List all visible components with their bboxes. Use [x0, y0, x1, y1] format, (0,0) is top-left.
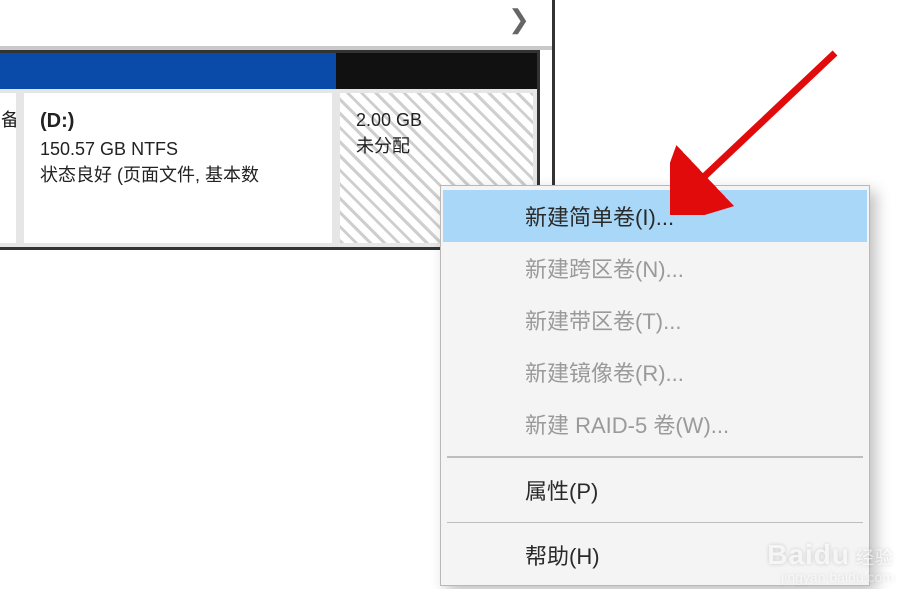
- scroll-right-button[interactable]: ❯: [502, 0, 536, 38]
- volume-body: 备: [0, 89, 20, 247]
- volume-header: [20, 53, 336, 89]
- volume-partial-left[interactable]: 备: [0, 50, 20, 250]
- chevron-right-icon: ❯: [508, 4, 530, 35]
- watermark-brand: Baidu: [767, 539, 850, 570]
- volume-status: 状态良好 (页面文件, 基本数: [40, 162, 316, 188]
- volume-body: (D:) 150.57 GB NTFS 状态良好 (页面文件, 基本数: [20, 89, 336, 247]
- volume-size-fs: 150.57 GB NTFS: [40, 136, 316, 162]
- volume-drive-letter: (D:): [40, 107, 316, 136]
- watermark: Baidu 经验 jingyan.baidu.com: [767, 539, 894, 585]
- context-menu: 新建简单卷(I)... 新建跨区卷(N)... 新建带区卷(T)... 新建镜像…: [440, 185, 870, 586]
- volume-text-fragment: 备: [1, 110, 19, 130]
- menu-separator: [447, 522, 863, 524]
- menu-properties[interactable]: 属性(P): [443, 464, 867, 516]
- volume-d[interactable]: (D:) 150.57 GB NTFS 状态良好 (页面文件, 基本数: [20, 50, 336, 250]
- menu-new-spanned-volume[interactable]: 新建跨区卷(N)...: [443, 242, 867, 294]
- watermark-url: jingyan.baidu.com: [767, 569, 894, 585]
- scroll-area: ❯: [0, 0, 552, 50]
- volume-header: [0, 53, 20, 89]
- menu-separator: [447, 456, 863, 458]
- menu-new-simple-volume[interactable]: 新建简单卷(I)...: [443, 190, 867, 242]
- menu-new-raid5-volume[interactable]: 新建 RAID-5 卷(W)...: [443, 398, 867, 450]
- menu-new-striped-volume[interactable]: 新建带区卷(T)...: [443, 294, 867, 346]
- volume-size: 2.00 GB: [356, 107, 517, 133]
- volume-label: 未分配: [356, 133, 517, 159]
- watermark-sub: 经验: [856, 548, 894, 568]
- menu-new-mirrored-volume[interactable]: 新建镜像卷(R)...: [443, 346, 867, 398]
- volume-header: [336, 53, 537, 89]
